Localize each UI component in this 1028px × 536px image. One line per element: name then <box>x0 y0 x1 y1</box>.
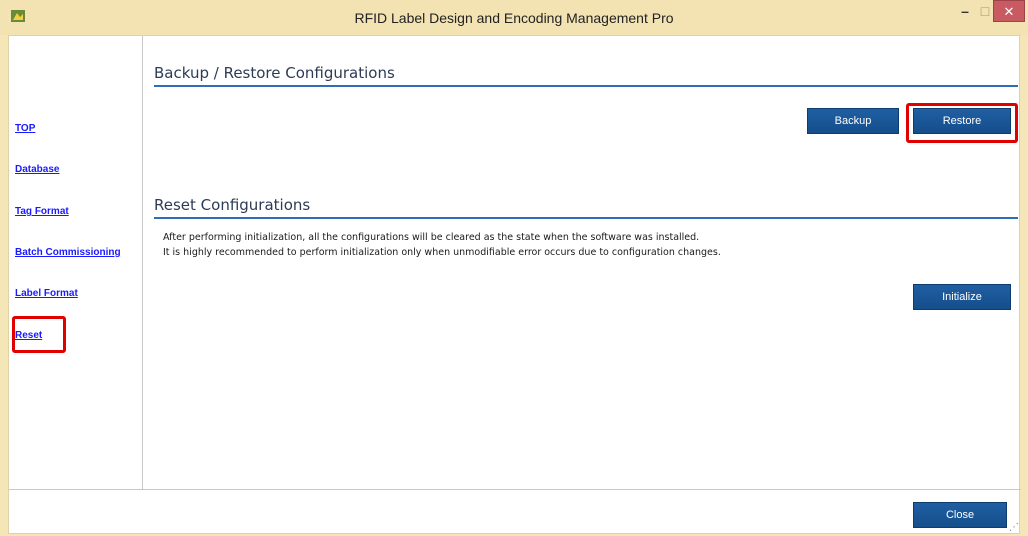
window-title: RFID Label Design and Encoding Managemen… <box>354 10 674 26</box>
main-panel: Backup / Restore Configurations Backup R… <box>144 36 1021 489</box>
resize-grip-icon[interactable]: ⋰ <box>1009 523 1019 533</box>
app-window: RFID Label Design and Encoding Managemen… <box>0 0 1028 536</box>
reset-highlight-box <box>12 316 66 353</box>
backup-button[interactable]: Backup <box>807 108 899 134</box>
initialize-button[interactable]: Initialize <box>913 284 1011 310</box>
footer-bar: Close ⋰ <box>9 489 1021 535</box>
client-area: TOP Database Tag Format Batch Commission… <box>8 35 1021 535</box>
sidebar: TOP Database Tag Format Batch Commission… <box>9 36 143 489</box>
sidebar-item-batch-commissioning[interactable]: Batch Commissioning <box>15 247 121 258</box>
reset-description-line1: After performing initialization, all the… <box>163 232 700 243</box>
minimize-button[interactable]: – <box>955 0 975 22</box>
sidebar-item-tag-format[interactable]: Tag Format <box>15 206 69 217</box>
reset-description-line2: It is highly recommended to perform init… <box>163 247 721 258</box>
window-close-button[interactable]: ✕ <box>993 0 1025 22</box>
reset-section-title: Reset Configurations <box>154 196 311 214</box>
sidebar-item-top[interactable]: TOP <box>15 123 35 134</box>
backup-section-divider <box>154 85 1018 87</box>
title-bar[interactable]: RFID Label Design and Encoding Managemen… <box>0 0 1028 35</box>
backup-section-title: Backup / Restore Configurations <box>154 64 395 82</box>
restore-highlight-box <box>906 103 1018 143</box>
sidebar-item-label-format[interactable]: Label Format <box>15 288 78 299</box>
maximize-button[interactable]: □ <box>975 0 995 22</box>
sidebar-item-database[interactable]: Database <box>15 164 59 175</box>
close-button[interactable]: Close <box>913 502 1007 528</box>
reset-section-divider <box>154 217 1018 219</box>
